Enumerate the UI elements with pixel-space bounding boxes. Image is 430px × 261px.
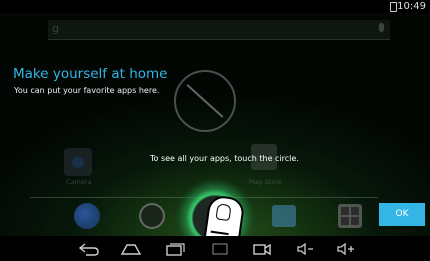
battery-icon xyxy=(390,2,397,12)
all-apps-hint: To see all your apps, touch the circle. xyxy=(150,154,299,163)
calculator-icon[interactable] xyxy=(338,204,362,228)
cling-body: You can put your favorite apps here. xyxy=(14,86,160,95)
screenshot-icon[interactable] xyxy=(207,240,233,257)
video-record-icon[interactable] xyxy=(249,240,275,257)
clock-icon[interactable] xyxy=(139,203,165,229)
finger-nail xyxy=(215,203,232,222)
navigation-bar xyxy=(0,236,430,261)
recent-apps-icon[interactable] xyxy=(163,240,189,257)
volume-down-icon[interactable] xyxy=(293,240,319,257)
cling-title: Make yourself at home xyxy=(13,66,168,82)
status-bar: 10:49 xyxy=(0,0,430,13)
status-clock: 10:49 xyxy=(397,1,426,12)
back-icon[interactable] xyxy=(76,240,102,257)
gallery-icon[interactable] xyxy=(272,205,296,227)
browser-icon[interactable] xyxy=(74,203,100,229)
home-screen: 10:49 g Camera Play Store Make yourself … xyxy=(0,0,430,261)
finger-crease xyxy=(210,230,229,235)
home-icon[interactable] xyxy=(118,240,144,257)
ok-button[interactable]: OK xyxy=(379,203,425,226)
volume-up-icon[interactable] xyxy=(333,240,359,257)
